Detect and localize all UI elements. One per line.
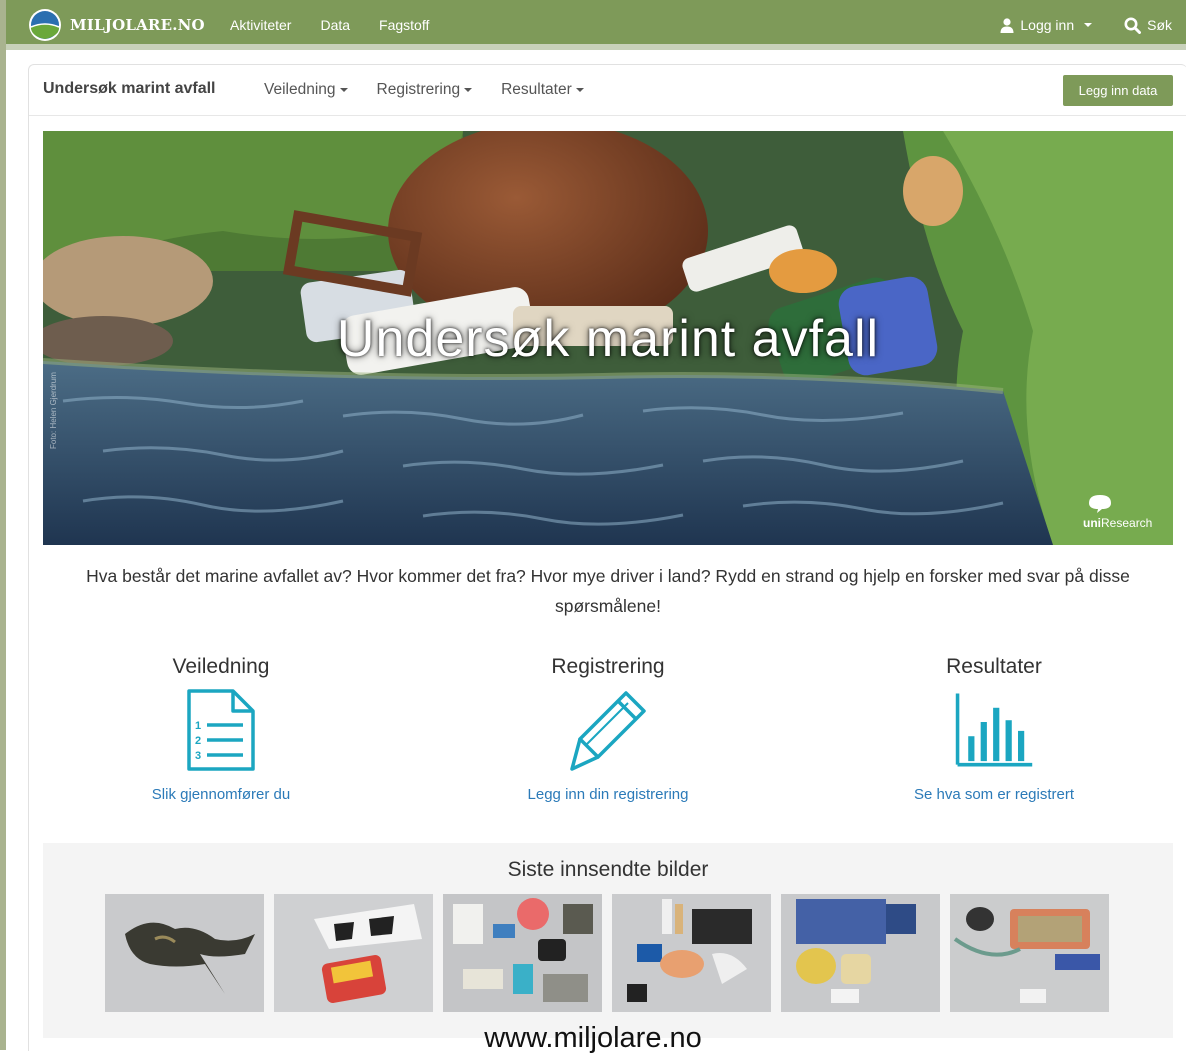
brand-name: MILJOLARE.NO (70, 16, 205, 34)
subnav-resultater-label: Resultater (501, 81, 572, 98)
feature-veiledning: Veiledning 1 2 3 Slik gjennomfører du (91, 655, 351, 803)
photo-credit: Foto: Helen Gjerdrum (49, 372, 58, 449)
latest-images-section: Siste innsendte bilder (43, 843, 1173, 1038)
hero-banner: Undersøk marint avfall Foto: Helen Gjerd… (43, 131, 1173, 545)
thumbnail-3[interactable] (443, 894, 602, 1012)
feature-resultater-title: Resultater (946, 655, 1042, 678)
feature-veiledning-title: Veiledning (172, 655, 270, 678)
user-icon (1000, 17, 1014, 33)
main-nav: Aktiviteter Data Fagstoff (230, 0, 429, 50)
subnav-registrering-label: Registrering (376, 81, 461, 98)
thumbnail-image (612, 894, 771, 1012)
project-subnav: Undersøk marint avfall Veiledning Regist… (29, 65, 1186, 116)
thumbnail-row (105, 894, 1109, 1012)
svg-text:3: 3 (195, 750, 201, 762)
thumbnail-image (443, 894, 602, 1012)
thumbnail-image (105, 894, 264, 1012)
speech-bubble-icon (1089, 495, 1111, 513)
chevron-down-icon (575, 87, 584, 92)
globe-logo-icon (29, 9, 61, 41)
uni-logo-prefix: uni (1083, 516, 1101, 530)
pencil-icon[interactable] (568, 685, 648, 775)
nav-fagstoff[interactable]: Fagstoff (379, 17, 429, 33)
brand-link[interactable]: MILJOLARE.NO (28, 8, 205, 42)
login-label: Logg inn (1020, 17, 1075, 33)
gallery-title: Siste innsendte bilder (507, 858, 709, 881)
feature-resultater: Resultater Se hva som er registrert (864, 655, 1124, 803)
thumbnail-1[interactable] (105, 894, 264, 1012)
list-document-icon[interactable]: 1 2 3 (181, 685, 261, 775)
nav-data[interactable]: Data (320, 17, 350, 33)
intro-text: Hva består det marine avfallet av? Hvor … (86, 566, 1130, 616)
subnav-veiledning-label: Veiledning (264, 81, 336, 98)
project-title[interactable]: Undersøk marint avfall (43, 80, 216, 98)
top-right-nav: Logg inn Søk (1000, 0, 1172, 50)
chevron-down-icon (464, 87, 473, 92)
thumbnail-image (274, 894, 433, 1012)
chevron-down-icon (1084, 23, 1093, 27)
page-left-border (0, 0, 6, 1050)
feature-registrering: Registrering Legg inn din registrering (478, 655, 738, 803)
top-navbar: MILJOLARE.NO Aktiviteter Data Fagstoff L… (6, 0, 1186, 50)
login-dropdown[interactable]: Logg inn (1000, 17, 1093, 33)
search-label: Søk (1147, 17, 1172, 33)
uni-research-logo: uniResearch (1083, 495, 1163, 535)
thumbnail-6[interactable] (950, 894, 1109, 1012)
svg-text:2: 2 (195, 735, 201, 747)
legg-inn-data-button[interactable]: Legg inn data (1063, 75, 1173, 106)
subnav-registrering[interactable]: Registrering (377, 81, 473, 99)
thumbnail-5[interactable] (781, 894, 940, 1012)
subnav-veiledning[interactable]: Veiledning (264, 81, 348, 99)
search-button[interactable]: Søk (1124, 17, 1172, 34)
feature-registrering-title: Registrering (551, 655, 665, 678)
thumbnail-image (950, 894, 1109, 1012)
project-nav-links: Veiledning Registrering Resultater (264, 65, 584, 115)
feature-resultater-link[interactable]: Se hva som er registrert (864, 786, 1124, 803)
hero-title: Undersøk marint avfall (336, 310, 880, 368)
thumbnail-image (781, 894, 940, 1012)
bar-chart-icon[interactable] (954, 685, 1034, 775)
chevron-down-icon (339, 87, 348, 92)
nav-aktiviteter[interactable]: Aktiviteter (230, 17, 291, 33)
thumbnail-2[interactable] (274, 894, 433, 1012)
svg-text:1: 1 (195, 720, 201, 732)
feature-registrering-link[interactable]: Legg inn din registrering (478, 786, 738, 803)
thumbnail-4[interactable] (612, 894, 771, 1012)
search-icon (1124, 17, 1142, 34)
feature-veiledning-link[interactable]: Slik gjennomfører du (91, 786, 351, 803)
uni-logo-suffix: Research (1101, 516, 1153, 530)
subnav-resultater[interactable]: Resultater (501, 81, 584, 99)
footer-url: www.miljolare.no (484, 1022, 702, 1054)
content-panel: Undersøk marint avfall Veiledning Regist… (28, 64, 1186, 1051)
